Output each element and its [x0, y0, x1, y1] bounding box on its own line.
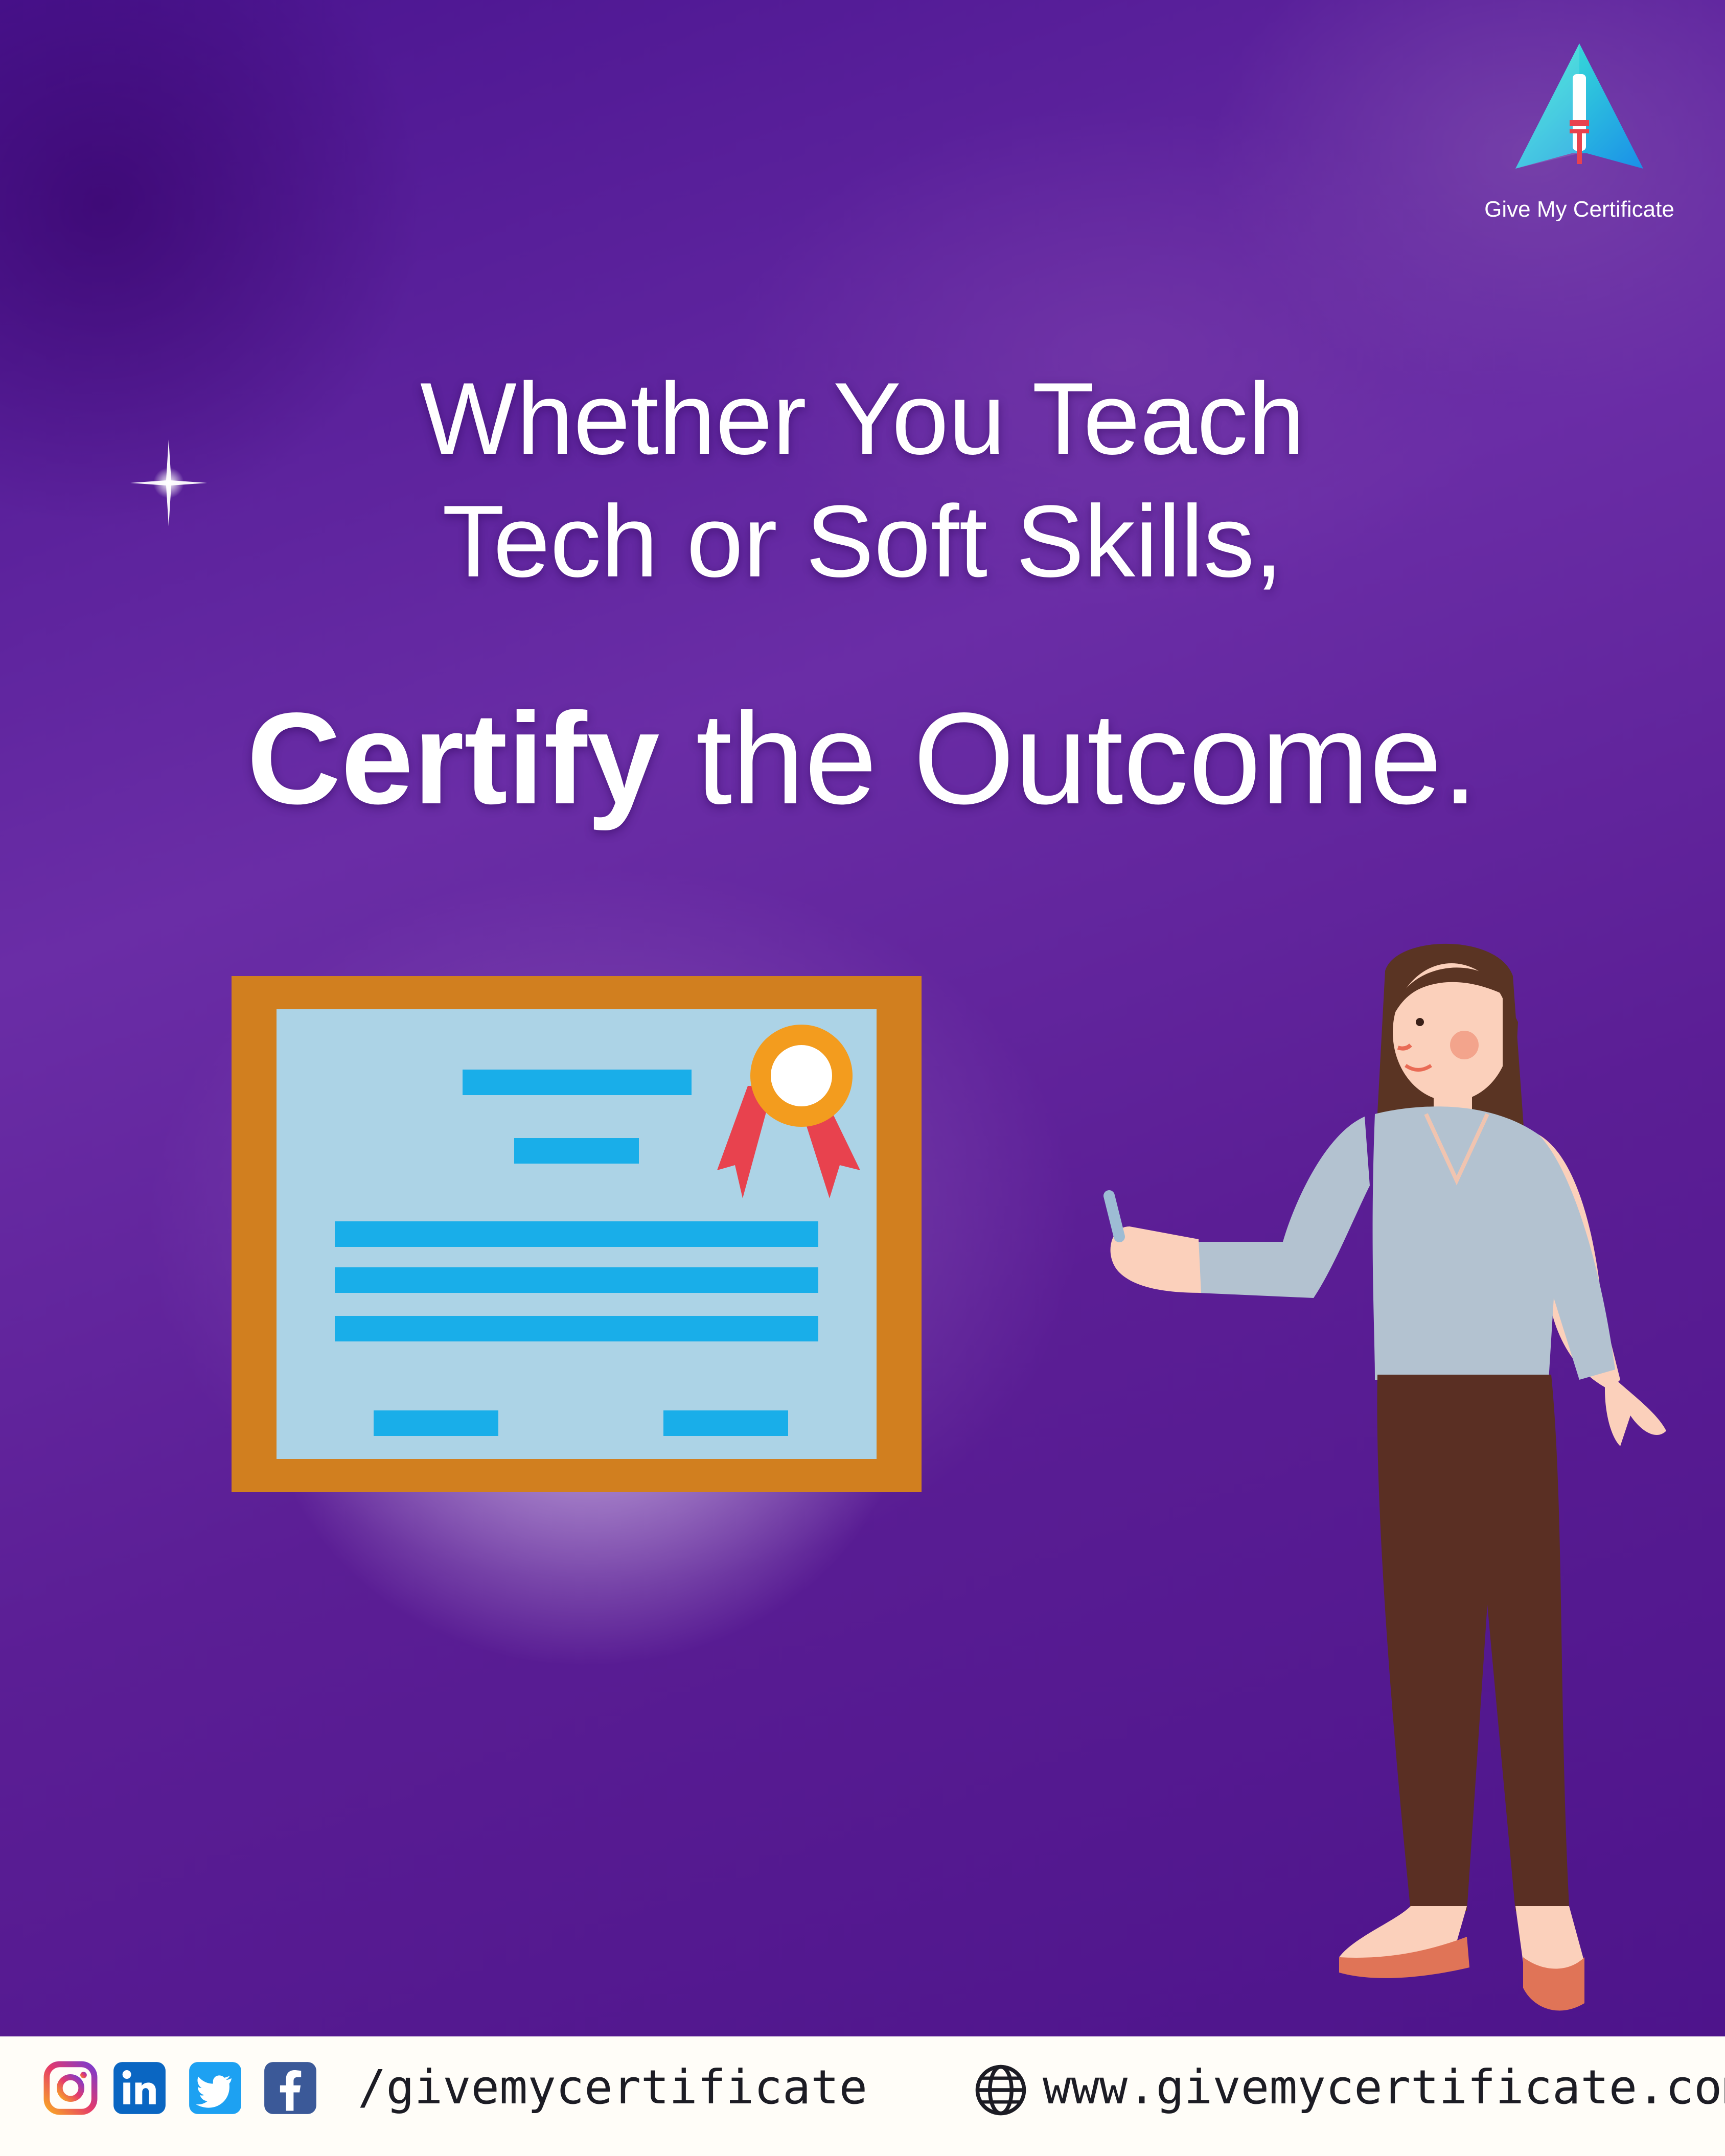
- brand-name: Give My Certificate: [1484, 197, 1674, 222]
- headline-emphasis: Certify: [246, 686, 660, 831]
- linkedin-icon[interactable]: [112, 2061, 167, 2115]
- facebook-icon[interactable]: [263, 2061, 317, 2115]
- headline-intro: Whether You Teach Tech or Soft Skills,: [0, 358, 1725, 603]
- website-link[interactable]: www.givemycertificate.com: [1043, 2057, 1725, 2118]
- certificate-illustration: [232, 976, 922, 1492]
- woman-presenter-illustration: [1103, 943, 1666, 2011]
- footer-bar: /givemycertificate www.givemycertificate…: [0, 2036, 1725, 2156]
- headline-rest: the Outcome.: [659, 686, 1479, 831]
- instagram-icon[interactable]: [43, 2061, 98, 2115]
- brand-logo: Give My Certificate: [1472, 43, 1687, 222]
- social-post: Give My Certificate Whether You Teach Te…: [0, 0, 1725, 2156]
- headline-main: Certify the Outcome.: [0, 682, 1725, 836]
- paper-plane-scroll-icon: [1515, 43, 1643, 169]
- twitter-icon[interactable]: [188, 2061, 242, 2115]
- headline-line-1: Whether You Teach: [420, 362, 1305, 476]
- social-handle: /givemycertificate: [358, 2060, 867, 2115]
- headline-line-2: Tech or Soft Skills,: [442, 484, 1283, 598]
- globe-icon: [975, 2065, 1026, 2116]
